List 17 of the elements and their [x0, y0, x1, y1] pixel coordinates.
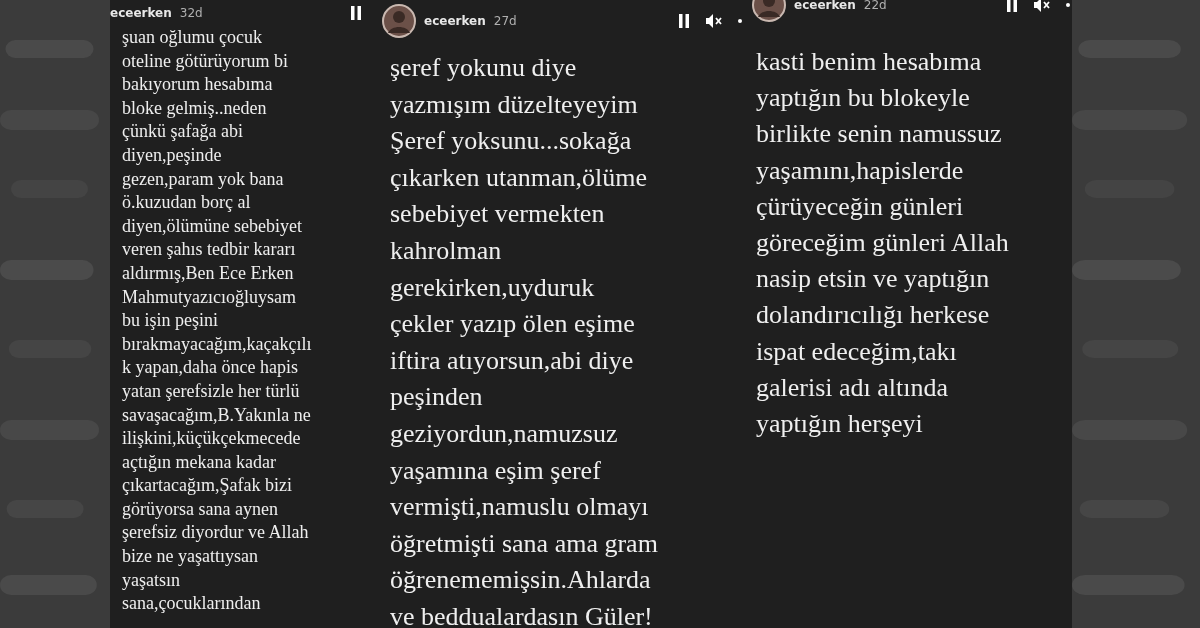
mute-icon[interactable] [706, 14, 722, 28]
story-age: 27d [493, 13, 517, 30]
pause-icon[interactable] [1006, 0, 1018, 12]
more-icon[interactable] [738, 19, 742, 23]
pause-icon[interactable] [350, 6, 362, 20]
username[interactable]: eceerken [110, 4, 172, 22]
mute-icon[interactable] [1034, 0, 1050, 12]
story-text: kasti benim hesabıma yaptığın bu blokeyle birlikte senin namussuz yaşamını,hapislerde çürüyeceğin günleri göreceğim günleri Allah nasip etsin ve yaptığın dolandırıcılığı herkese ispat edeceğim,takı galerisi adı altında yaptığın herşeyi [756, 46, 1010, 441]
more-icon[interactable] [1066, 3, 1070, 7]
story-text: şeref yokunu diye yazmışım düzelteyeyim Şeref yoksunu...sokağa çıkarken utanman,ölüme sebebiyet vermekten kahrolman gerekirken,uyduruk çekler yazıp ölen eşime iftira atıyorsun,abi diye peşinden geziyordun,namuzsuz yaşamına eşim şeref vermişti,namuslu olmayı öğretmişti sana ama gram öğrenememişsin.Ahlarda ve beddualardasın Güler! [390, 52, 659, 628]
story-text: şuan oğlumu çocuk oteline götürüyorum bi bakıyorum hesabıma bloke gelmiş..neden çünkü şafağa abi diyen,peşinde gezen,param yok bana ö.kuzudan borç al diyen,ölümüne sebebiyet veren şahıs tedbir kararı aldırmış,Ben Ece Erken Mahmutyazıcıoğluysam bu işin peşini bırakmayacağım,kaçakçılı k yapan,daha önce hapis yatan şerefsizle her türlü savaşacağım,B.Yakınla ne ilişkini,küçükçekmecede açtığın mekana kadar çıkartacağım,Şafak bizi görüyorsa sana aynen şerefsiz diyordur ve Allah bize ne yaşattıysan yaşatsın sana,çocuklarından [122, 26, 313, 616]
username[interactable]: eceerken [424, 12, 486, 30]
story-age: 22d [863, 0, 887, 14]
username[interactable]: eceerken [794, 0, 856, 14]
avatar[interactable] [382, 4, 416, 38]
story-age: 32d [179, 5, 203, 22]
pause-icon[interactable] [678, 14, 690, 28]
